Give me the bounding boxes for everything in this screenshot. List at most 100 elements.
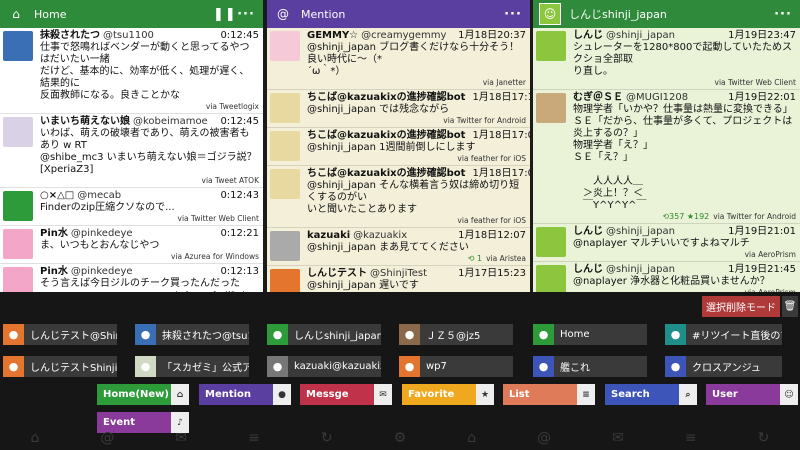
column-type-button[interactable]: Search ⌕ [605,384,697,405]
more-icon[interactable]: ··· [235,7,257,22]
settings-icon[interactable]: ⚙ [394,430,407,446]
mail-icon[interactable]: ✉ [612,430,624,446]
avatar[interactable] [3,191,33,221]
avatar[interactable] [270,131,300,161]
tweet-screen-name: @mecab [77,190,122,201]
account-button[interactable]: ● 抹殺されたつ@tsu1100 [135,324,249,345]
avatar[interactable] [3,267,33,292]
avatar[interactable] [270,269,300,292]
avatar[interactable] [536,265,566,292]
column-type-button[interactable]: Mention ● [199,384,291,405]
account-button[interactable]: ● wp7 [399,356,513,377]
tweet-client: via Twitter for Android [443,116,526,125]
tweet-item[interactable]: ○×△□ @mecab 0:12:43 Finderのzip圧縮クソなので... via… [0,188,263,226]
tweet-item[interactable]: しんじテスト @ShinjiTest 1月17日15:23 @shinji_japan… [267,266,530,292]
list-icon[interactable]: ≡ [248,430,260,446]
avatar[interactable] [270,93,300,123]
delete-mode-label: 選択削除モード [706,303,776,314]
tweet-item[interactable]: いまいち萌えない娘 @kobeimamoe 0:12:45 いわば、萌えの破壊者であり… [0,114,263,188]
tweet-client: via Tweet ATOK [201,176,259,185]
tweet-author-name: しんじ [573,264,603,275]
column-type-icon: ● [273,384,291,405]
account-button[interactable]: ● しんじテストShinjiTest [3,356,117,377]
avatar[interactable] [270,31,300,61]
column-title: しんじshinji_japan [569,8,667,21]
avatar[interactable] [536,93,566,123]
tweet-text: @shinji_japan 遅いです [307,280,419,291]
tweet-item[interactable]: しんじ @shinji_japan 1月19日23:47 シュレーターを1280*80… [533,28,800,90]
column-type-button[interactable]: User ☺ [706,384,798,405]
home-column-header: ⌂ Home ❚❚ ··· [0,0,263,28]
mention-column-header: @ Mention ··· [267,0,530,28]
column-type-button[interactable]: Messge ✉ [300,384,392,405]
tweet-item[interactable]: しんじ @shinji_japan 1月19日21:01 @naplayer マルチい… [533,224,800,262]
account-label: 抹殺されたつ@tsu1100 [162,331,249,342]
tweet-client: via AeroPrism [744,250,796,259]
account-label: 艦これ [560,363,590,374]
tweet-time: 0:12:45 [220,30,259,41]
account-button[interactable]: ● 艦これ [533,356,647,377]
avatar[interactable] [536,31,566,61]
account-label: Home [560,329,590,340]
account-button[interactable]: ● #リツイート直後のツイー| [665,324,782,345]
tweet-item[interactable]: GEMMY☆ @creamygemmy 1月18日20:37 @shinji_japa… [267,28,530,90]
tweet-text: @naplayer 浄水器と化粧品買いませんか？ [573,276,770,287]
refresh-icon[interactable]: ↻ [758,430,770,446]
account-button[interactable]: ● ＪＺ５@jz5 [399,324,513,345]
tweet-header: Pin水 @pinkedeye 0:12:21 [40,228,259,240]
column-type-button[interactable]: List ≡ [503,384,595,405]
avatar[interactable] [3,117,33,147]
at-icon[interactable]: @ [100,430,114,446]
column-type-button[interactable]: Favorite ★ [402,384,494,405]
delete-mode-button[interactable]: 選択削除モード [702,296,780,317]
tweet-item[interactable]: kazuaki @kazuakix 1月18日12:07 @shinji_japan … [267,228,530,266]
column-type-label: List [509,389,530,400]
tweet-item[interactable]: 抹殺されたつ @tsu1100 0:12:45 仕事で怒鳴ればベンダーが動くと思ってる… [0,28,263,114]
at-icon: @ [277,7,289,21]
more-icon[interactable]: ··· [772,7,794,22]
at-icon[interactable]: @ [537,430,551,446]
account-label: kazuaki@kazuakix [294,361,381,372]
list-icon[interactable]: ≡ [685,430,697,446]
account-avatar-icon: ● [399,356,420,377]
tweet-item[interactable]: ちこば@kazuakixの進捗確認bot@mug1月18日17:07@shinj… [267,128,530,166]
avatar[interactable] [536,227,566,257]
home-icon[interactable]: ⌂ [467,430,476,446]
account-button[interactable]: ● しんじテスト@ShinjiTest [3,324,117,345]
account-button[interactable]: ● クロスアンジュ [665,356,782,377]
column-type-button[interactable]: Home(New) ⌂ [97,384,189,405]
home-icon[interactable]: ⌂ [31,430,40,446]
refresh-icon[interactable]: ↻ [321,430,333,446]
tweet-item[interactable]: Pin水 @pinkedeye 0:12:21 ま、いつもとおんなじやつ via Azu… [0,226,263,264]
mail-icon[interactable]: ✉ [175,430,187,446]
tweet-item[interactable]: むぎ＠ＳＥ @MUGI1208 1月19日22:01 物理学者「いかや？仕事量は熱量に… [533,90,800,224]
column-title: Mention [301,7,346,21]
account-label: しんじテストShinjiTest [30,363,117,374]
tweet-author-name: 抹殺されたつ [40,30,100,41]
tweet-item[interactable]: Pin水 @pinkedeye 0:12:13 そう言えば今日ジルのチーク買ったんだっ… [0,264,263,292]
tweet-screen-name: @creamygemmy [361,30,447,41]
pause-icon[interactable]: ❚❚ [213,7,236,22]
account-button[interactable]: ● Home [533,324,647,345]
tweet-item[interactable]: ちこば@kazuakixの進捗確認bot@mug1月18日17:10@shinj… [267,90,530,128]
tweet-client: via Aristea [486,254,526,263]
tweet-text: そう言えば今日ジルのチーク買ったんだった [40,278,240,289]
trash-icon[interactable]: 🗑 [782,296,798,317]
account-button[interactable]: ● kazuaki@kazuakix [267,356,381,377]
tweet-text: ま、いつもとおんなじやつ [40,240,160,251]
avatar[interactable] [3,31,33,61]
avatar[interactable] [270,231,300,261]
tweet-client: via Twitter for Android [713,212,796,221]
tweet-item[interactable]: しんじ @shinji_japan 1月19日21:45 @naplayer 浄水器と… [533,262,800,292]
tweet-author-name: ちこば@kazuakixの進捗確認bot [307,130,466,141]
tweet-header: しんじ @shinji_japan 1月19日21:01 [573,226,796,238]
tweet-author-name: しんじ [573,226,603,237]
account-button[interactable]: ● 「スカゼミ」公式アカウント [135,356,249,377]
more-icon[interactable]: ··· [502,7,524,22]
account-button[interactable]: ● しんじshinji_japan [267,324,381,345]
avatar[interactable] [3,229,33,259]
tweet-time: 1月18日17:10 [472,92,530,103]
mention-column: @ Mention ··· GEMMY☆ @creamygemmy 1月18日20:… [267,0,530,292]
tweet-item[interactable]: ちこば@kazuakixの進捗確認bot@mug1月18日17:04@shinj… [267,166,530,228]
avatar[interactable] [270,169,300,199]
